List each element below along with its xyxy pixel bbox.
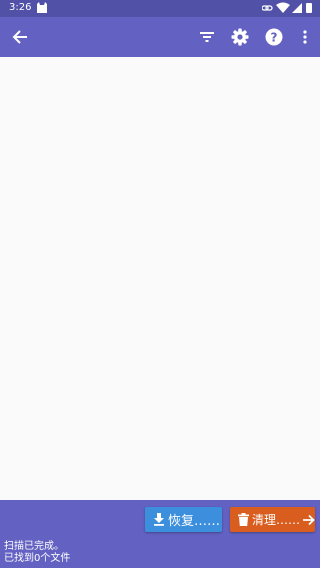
svg-text:?: ? <box>271 30 278 44</box>
clean-button[interactable]: 清理…… <box>230 507 315 532</box>
status-time: 3:26 <box>9 2 32 13</box>
status-bar: 3:26 <box>0 0 320 17</box>
status-icons <box>262 2 312 13</box>
arrow-left-icon[interactable] <box>8 25 32 49</box>
recover-label: 恢复…… <box>168 514 221 529</box>
results-list[interactable] <box>0 57 320 500</box>
wifi-icon <box>276 2 290 13</box>
files-found-text: 已找到0个文件 <box>4 553 71 564</box>
scan-status-text: 扫描已完成。 <box>4 541 64 552</box>
clean-label: 清理…… <box>252 513 301 527</box>
trash-icon <box>238 513 249 526</box>
notification-cat-icon <box>37 2 47 13</box>
more-vert-icon[interactable] <box>293 25 317 49</box>
recover-button[interactable]: 恢复…… <box>145 507 222 532</box>
download-icon <box>154 513 164 526</box>
filter-icon[interactable] <box>195 25 219 49</box>
signal-icon <box>292 3 302 13</box>
arrow-right-icon <box>303 514 315 525</box>
bottom-action-bar: 恢复…… 清理…… 扫描已完成。 已找到0个文件 <box>0 500 320 568</box>
link-icon <box>262 5 273 11</box>
battery-icon <box>306 3 312 13</box>
help-icon[interactable]: ? <box>262 25 286 49</box>
gear-icon[interactable] <box>228 25 252 49</box>
app-toolbar: ? <box>0 17 320 57</box>
